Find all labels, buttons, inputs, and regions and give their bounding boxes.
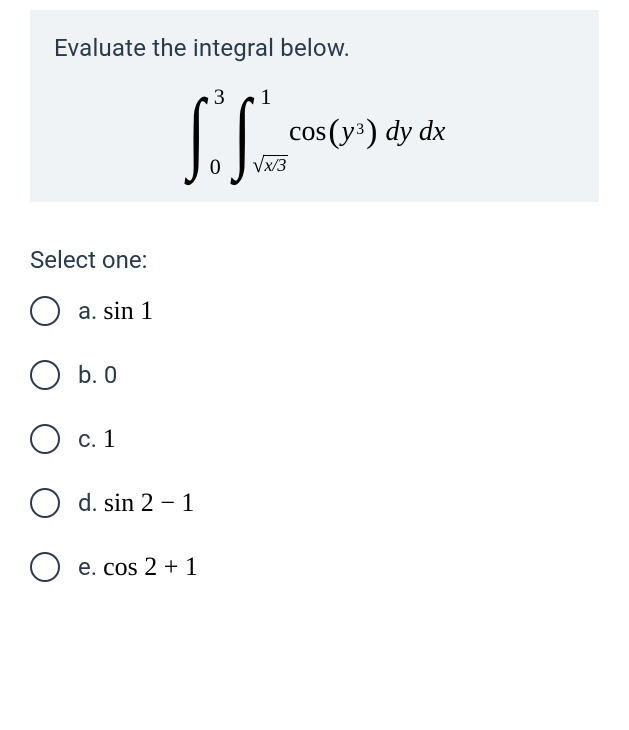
option-d[interactable]: d. sin 2 − 1	[30, 488, 599, 518]
option-c[interactable]: c. 1	[30, 424, 599, 454]
option-letter: a.	[78, 297, 97, 325]
option-a[interactable]: a. sin 1	[30, 296, 599, 326]
option-letter: d.	[78, 489, 98, 517]
radio-icon[interactable]	[30, 296, 60, 326]
option-text: cos 2 + 1	[103, 552, 198, 582]
radio-icon[interactable]	[30, 360, 60, 390]
inner-integral: ∫ 1 √ x/3	[230, 90, 255, 174]
option-letter: b.	[78, 361, 98, 389]
radio-icon[interactable]	[30, 488, 60, 518]
option-text: sin 2 − 1	[104, 488, 195, 518]
option-text: sin 1	[103, 296, 153, 326]
radio-icon[interactable]	[30, 552, 60, 582]
question-prompt: Evaluate the integral below.	[54, 34, 575, 62]
inner-lower-limit: √ x/3	[252, 155, 288, 178]
outer-integral: ∫ 3 0	[184, 90, 209, 174]
option-letter: c.	[78, 425, 97, 453]
select-one-label: Select one:	[30, 246, 599, 274]
outer-lower-limit: 0	[210, 154, 221, 180]
option-e[interactable]: e. cos 2 + 1	[30, 552, 599, 582]
options-list: a. sin 1 b. 0 c. 1 d. sin 2 − 1	[30, 296, 599, 582]
option-b[interactable]: b. 0	[30, 360, 599, 390]
option-letter: e.	[78, 553, 97, 581]
radio-icon[interactable]	[30, 424, 60, 454]
outer-upper-limit: 3	[214, 84, 225, 110]
integral-expression: ∫ 3 0 ∫ 1 √ x/3 cos ( y3 )	[54, 84, 575, 192]
option-text: 1	[103, 424, 116, 454]
quiz-question: Evaluate the integral below. ∫ 3 0 ∫ 1 √…	[0, 0, 629, 612]
question-box: Evaluate the integral below. ∫ 3 0 ∫ 1 √…	[30, 10, 599, 202]
option-text: 0	[104, 361, 118, 389]
integrand: cos ( y3 ) dy dx	[289, 113, 445, 151]
inner-upper-limit: 1	[260, 84, 271, 110]
